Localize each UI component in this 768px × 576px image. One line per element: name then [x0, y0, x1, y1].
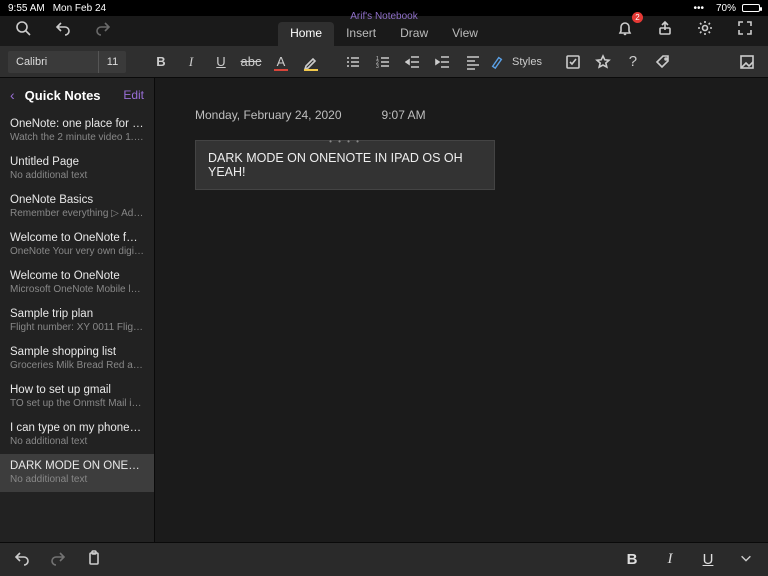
note-preview: No additional text: [10, 474, 144, 485]
note-title: How to set up gmail: [10, 384, 144, 396]
todo-checkbox-button[interactable]: [560, 50, 586, 74]
list-item[interactable]: Sample shopping list Groceries Milk Bread…: [0, 340, 154, 378]
bottom-toolbar: B I U: [0, 542, 768, 576]
ribbon-tabs: Home Insert Draw View: [278, 22, 490, 46]
list-item[interactable]: OneNote Basics Remember everything ▷ Add …: [0, 188, 154, 226]
question-tag-button[interactable]: ?: [620, 50, 646, 74]
note-list[interactable]: OneNote: one place for all o... Watch the…: [0, 112, 154, 542]
share-icon[interactable]: [652, 16, 678, 40]
undo-bottom-button[interactable]: [12, 550, 32, 570]
list-item[interactable]: OneNote: one place for all o... Watch the…: [0, 112, 154, 150]
svg-text:3: 3: [376, 64, 379, 70]
search-icon[interactable]: [10, 16, 36, 40]
status-time: 9:55 AM: [8, 3, 45, 14]
star-tag-button[interactable]: [590, 50, 616, 74]
strikethrough-button[interactable]: abc: [238, 50, 264, 74]
fullscreen-icon[interactable]: [732, 16, 758, 40]
note-preview: No additional text: [10, 170, 144, 181]
note-preview: TO set up the Onmsft Mail in Wi...: [10, 398, 144, 409]
font-color-button[interactable]: A: [268, 50, 294, 74]
formatting-ribbon: Calibri 11 B I U abc A 123 Styles ?: [0, 46, 768, 78]
undo-icon[interactable]: [50, 16, 76, 40]
notifications-icon[interactable]: 2: [612, 16, 638, 40]
list-item[interactable]: I can type on my phone wit... No addition…: [0, 416, 154, 454]
sidebar-header: ‹ Quick Notes Edit: [0, 78, 154, 112]
bullet-list-button[interactable]: [340, 50, 366, 74]
bold-button[interactable]: B: [148, 50, 174, 74]
note-title: DARK MODE ON ONENOTE...: [10, 460, 144, 472]
note-date: Monday, February 24, 2020: [195, 108, 342, 122]
tab-home[interactable]: Home: [278, 22, 334, 46]
list-item[interactable]: Welcome to OneNote for Mac OneNote Your v…: [0, 226, 154, 264]
font-selector[interactable]: Calibri 11: [8, 51, 126, 73]
redo-bottom-button[interactable]: [48, 550, 68, 570]
numbered-list-button[interactable]: 123: [370, 50, 396, 74]
tab-view[interactable]: View: [440, 22, 490, 46]
section-title: Quick Notes: [25, 88, 101, 103]
note-content-container[interactable]: • • • • DARK MODE ON ONENOTE IN IPAD OS …: [195, 140, 495, 190]
battery-icon: [742, 4, 760, 12]
styles-label: Styles: [508, 56, 546, 68]
tab-insert[interactable]: Insert: [334, 22, 388, 46]
status-date: Mon Feb 24: [53, 3, 106, 14]
tags-button[interactable]: [650, 50, 676, 74]
note-title: Sample shopping list: [10, 346, 144, 358]
note-time: 9:07 AM: [382, 108, 426, 122]
underline-button[interactable]: U: [208, 50, 234, 74]
note-preview: Groceries Milk Bread Red appl...: [10, 360, 144, 371]
note-title: OneNote Basics: [10, 194, 144, 206]
decrease-indent-button[interactable]: [400, 50, 426, 74]
note-content[interactable]: DARK MODE ON ONENOTE IN IPAD OS OH YEAH!: [208, 151, 463, 179]
redo-icon[interactable]: [90, 16, 116, 40]
back-button[interactable]: ‹: [10, 87, 15, 103]
note-preview: No additional text: [10, 436, 144, 447]
note-title: Welcome to OneNote: [10, 270, 144, 282]
styles-button[interactable]: Styles: [490, 50, 546, 74]
note-title: Untitled Page: [10, 156, 144, 168]
main-body: ‹ Quick Notes Edit OneNote: one place fo…: [0, 78, 768, 542]
edit-button[interactable]: Edit: [123, 88, 144, 102]
paste-button[interactable]: [84, 550, 104, 570]
note-editor[interactable]: Monday, February 24, 2020 9:07 AM • • • …: [155, 78, 768, 542]
note-datetime: Monday, February 24, 2020 9:07 AM: [195, 108, 768, 122]
title-row: Arif's Notebook Home Insert Draw View 2: [0, 16, 768, 46]
note-title: OneNote: one place for all o...: [10, 118, 144, 130]
sidebar: ‹ Quick Notes Edit OneNote: one place fo…: [0, 78, 155, 542]
note-preview: Flight number: XY 0011 Flight r...: [10, 322, 144, 333]
underline-bottom-button[interactable]: U: [698, 551, 718, 568]
battery-percent: 70%: [716, 3, 736, 14]
list-item[interactable]: Untitled Page No additional text: [0, 150, 154, 188]
note-title: Sample trip plan: [10, 308, 144, 320]
align-button[interactable]: [460, 50, 486, 74]
italic-bottom-button[interactable]: I: [660, 551, 680, 568]
ipad-status-bar: 9:55 AM Mon Feb 24 ••• 70%: [0, 0, 768, 16]
note-preview: Microsoft OneNote Mobile lets y...: [10, 284, 144, 295]
container-handle-icon[interactable]: • • • •: [329, 137, 361, 146]
tab-draw[interactable]: Draw: [388, 22, 440, 46]
highlight-button[interactable]: [298, 50, 324, 74]
page-background-button[interactable]: [734, 50, 760, 74]
list-item[interactable]: Sample trip plan Flight number: XY 0011 F…: [0, 302, 154, 340]
bold-bottom-button[interactable]: B: [622, 551, 642, 568]
font-name[interactable]: Calibri: [8, 56, 98, 68]
note-preview: Watch the 2 minute video 1. Ta...: [10, 132, 144, 143]
more-formatting-button[interactable]: [736, 551, 756, 569]
list-item[interactable]: DARK MODE ON ONENOTE... No additional tex…: [0, 454, 154, 492]
note-preview: OneNote Your very own digital...: [10, 246, 144, 257]
note-title: I can type on my phone wit...: [10, 422, 144, 434]
note-preview: Remember everything ▷ Add Ta...: [10, 208, 144, 219]
italic-button[interactable]: I: [178, 50, 204, 74]
notifications-badge: 2: [632, 12, 643, 23]
dots-icon: •••: [693, 3, 704, 14]
list-item[interactable]: Welcome to OneNote Microsoft OneNote Mobi…: [0, 264, 154, 302]
font-size[interactable]: 11: [98, 51, 126, 73]
note-title: Welcome to OneNote for Mac: [10, 232, 144, 244]
increase-indent-button[interactable]: [430, 50, 456, 74]
settings-icon[interactable]: [692, 16, 718, 40]
list-item[interactable]: How to set up gmail TO set up the Onmsft …: [0, 378, 154, 416]
app-root: 9:55 AM Mon Feb 24 ••• 70% Arif's Notebo…: [0, 0, 768, 576]
